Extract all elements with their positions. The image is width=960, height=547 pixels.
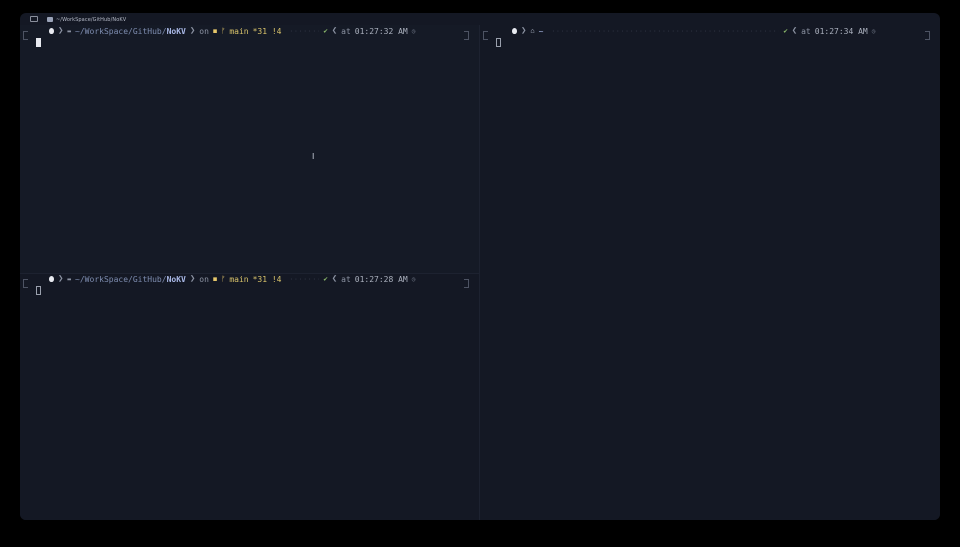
check-icon: ✔ <box>323 27 328 35</box>
path-current: NoKV <box>166 26 186 36</box>
git-branch: main <box>229 274 249 284</box>
prompt-top-left: ❯ ▬ ~/WorkSpace/GitHub/NoKV ❯ on ◼ ᚠ mai… <box>49 25 479 37</box>
prompt-time: 01:27:32 AM <box>354 26 408 36</box>
prompt-frame-right <box>464 31 469 40</box>
path-current: NoKV <box>166 274 186 284</box>
clock-icon: ◷ <box>411 27 416 35</box>
on-label: on <box>199 26 209 36</box>
at-label: at <box>801 26 811 36</box>
git-status: *31 !4 <box>252 274 282 284</box>
branch-icon: ᚠ <box>221 275 226 283</box>
title-bar: ~/WorkSpace/GitHub/NoKV <box>20 13 940 25</box>
separator-icon: ❯ <box>189 274 196 284</box>
prompt-frame-right <box>464 279 469 288</box>
branch-icon: ᚠ <box>221 27 226 35</box>
prompt-right: ❯ ⌂ ~ ··································… <box>512 25 932 37</box>
pane-bottom-left[interactable] <box>20 273 479 520</box>
on-label: on <box>199 274 209 284</box>
prompt-time: 01:27:34 AM <box>814 26 868 36</box>
prompt-frame-left <box>23 31 28 40</box>
git-status: *31 !4 <box>252 26 282 36</box>
at-label: at <box>341 26 351 36</box>
prompt-filler: ·········· <box>289 27 319 35</box>
prompt-frame-left <box>483 31 488 40</box>
check-icon: ✔ <box>783 27 788 35</box>
path-prefix: ~/WorkSpace/GitHub/ <box>75 26 167 36</box>
separator-icon: ❯ <box>58 26 64 36</box>
folder-icon <box>47 17 53 22</box>
separator-icon: ❮ <box>791 26 798 36</box>
separator-icon: ❮ <box>331 274 338 284</box>
prompt-filler: ········································… <box>551 27 779 35</box>
git-icon: ◼ <box>212 27 218 35</box>
path-current: ~ <box>538 26 544 36</box>
prompt-frame-right <box>925 31 930 40</box>
apple-icon <box>49 276 54 282</box>
check-icon: ✔ <box>323 275 328 283</box>
tab-title: ~/WorkSpace/GitHub/NoKV <box>56 16 127 23</box>
git-branch: main <box>229 26 249 36</box>
pane-divider-vertical[interactable] <box>479 25 480 520</box>
separator-icon: ❯ <box>521 26 527 36</box>
prompt-bottom-left: ❯ ▬ ~/WorkSpace/GitHub/NoKV ❯ on ◼ ᚠ mai… <box>49 273 479 285</box>
text-cursor <box>36 38 41 47</box>
at-label: at <box>341 274 351 284</box>
separator-icon: ❯ <box>189 26 196 36</box>
terminal-icon <box>30 16 38 22</box>
apple-icon <box>49 28 54 34</box>
text-cursor <box>36 286 41 295</box>
text-cursor <box>496 38 501 47</box>
clock-icon: ◷ <box>411 275 416 283</box>
path-prefix: ~/WorkSpace/GitHub/ <box>75 274 167 284</box>
home-icon: ⌂ <box>530 27 535 35</box>
clock-icon: ◷ <box>871 27 876 35</box>
pane-right[interactable] <box>480 25 940 520</box>
folder-icon: ▬ <box>67 27 72 35</box>
prompt-frame-left <box>23 279 28 288</box>
pane-top-left[interactable] <box>20 25 479 273</box>
git-icon: ◼ <box>212 275 218 283</box>
prompt-time: 01:27:28 AM <box>354 274 408 284</box>
folder-icon: ▬ <box>67 275 72 283</box>
apple-icon <box>512 28 517 34</box>
separator-icon: ❯ <box>58 274 64 284</box>
tab-nokv[interactable]: ~/WorkSpace/GitHub/NoKV <box>47 15 126 24</box>
terminal-window: ~/WorkSpace/GitHub/NoKV ❯ ▬ ~/WorkSpace/… <box>20 13 940 520</box>
separator-icon: ❮ <box>331 26 338 36</box>
mouse-ibeam-icon: I <box>312 152 315 161</box>
prompt-filler: ·········· <box>289 275 319 283</box>
